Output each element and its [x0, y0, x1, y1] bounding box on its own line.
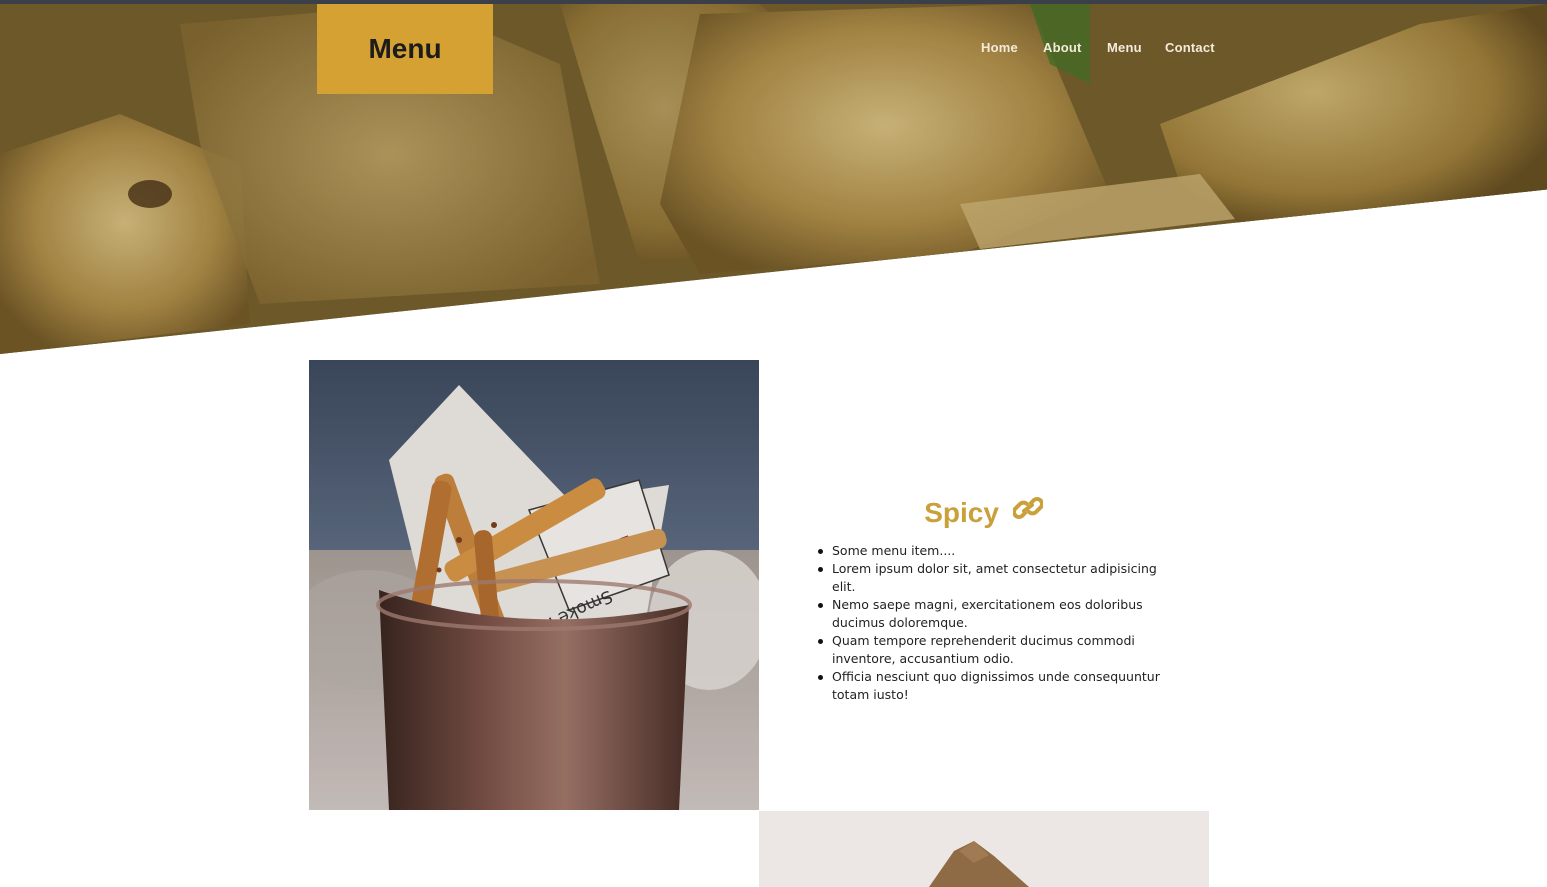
brand-label: Menu — [368, 33, 442, 64]
fries-photo: DELI Smoke House — [309, 360, 759, 810]
top-border — [0, 0, 1547, 4]
list-item: Lorem ipsum dolor sit, amet consectetur … — [818, 560, 1167, 596]
list-item: Quam tempore reprehenderit ducimus commo… — [818, 632, 1167, 668]
menu-item-list: Some menu item.... Lorem ipsum dolor sit… — [818, 542, 1167, 704]
nav-home-link[interactable]: Home — [981, 40, 1018, 55]
brand-logo-box[interactable]: Menu — [317, 4, 493, 94]
nav-about-link[interactable]: About — [1043, 40, 1082, 55]
section-title: Spicy — [816, 497, 1151, 532]
hero-banner-image — [0, 4, 1547, 354]
fries-in-cup-image: DELI Smoke House — [309, 360, 759, 810]
list-item: Officia nesciunt quo dignissimos unde co… — [818, 668, 1167, 704]
section-title-text: Spicy — [924, 497, 999, 529]
nav-menu-link[interactable]: Menu — [1107, 40, 1142, 55]
list-item: Some menu item.... — [818, 542, 1167, 560]
paper-wrapped-food-image — [759, 811, 1209, 887]
list-item: Nemo saepe magni, exercitationem eos dol… — [818, 596, 1167, 632]
nav-contact-link[interactable]: Contact — [1165, 40, 1215, 55]
secondary-food-photo — [759, 811, 1209, 887]
link-icon[interactable] — [1011, 494, 1044, 529]
hero-photo — [0, 4, 1547, 354]
